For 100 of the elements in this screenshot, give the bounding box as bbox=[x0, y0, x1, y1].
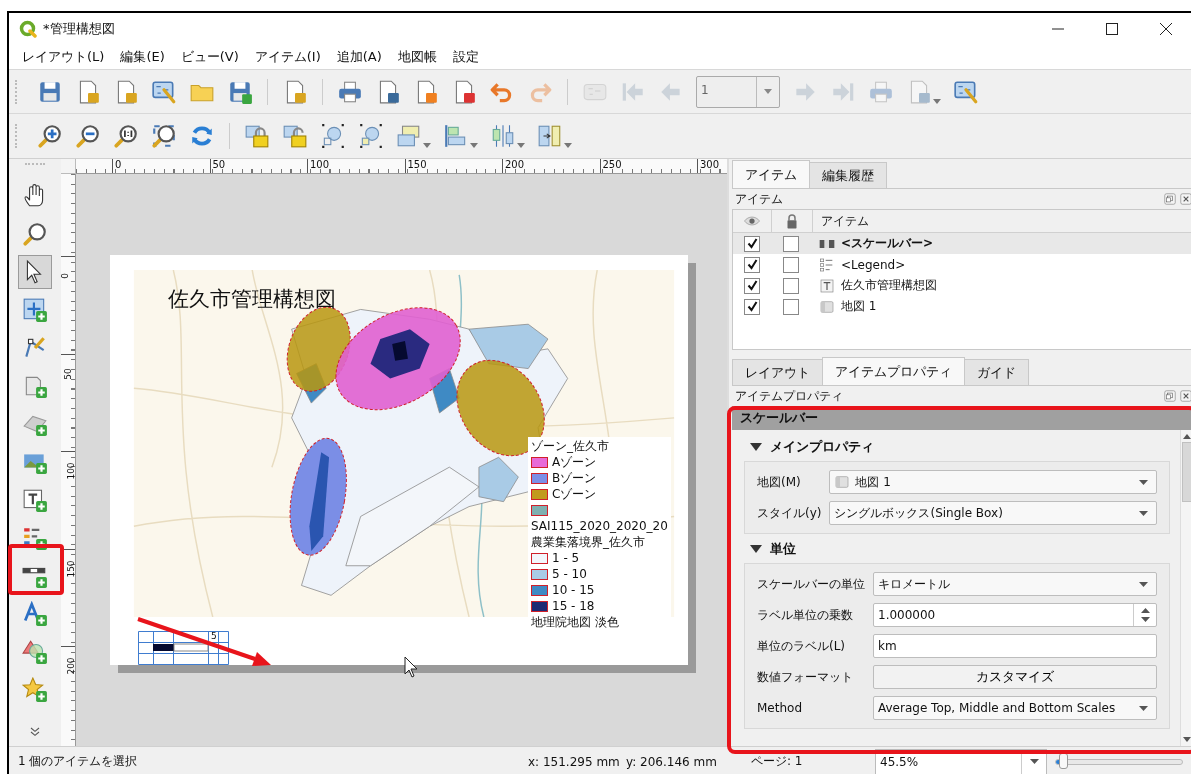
dropdown[interactable]: キロメートル bbox=[873, 572, 1157, 596]
lock-checkbox[interactable] bbox=[783, 256, 799, 273]
input-field[interactable]: km bbox=[873, 634, 1157, 658]
cursor-x-coordinate: x: 151.295 mm bbox=[528, 754, 621, 769]
customize-button[interactable]: カスタマイズ bbox=[873, 665, 1157, 689]
ruler-label: 100 bbox=[307, 159, 405, 173]
dropdown-arrow-icon[interactable] bbox=[1029, 759, 1039, 764]
checkmark-icon bbox=[746, 238, 758, 249]
checkmark-icon bbox=[746, 280, 758, 291]
zoom-out-icon[interactable] bbox=[75, 123, 101, 149]
scroll-up-icon[interactable] bbox=[1183, 434, 1191, 439]
item-row[interactable]: 地図 1 bbox=[733, 296, 1191, 317]
dropdown-arrow-icon[interactable] bbox=[1139, 479, 1148, 485]
add-arrow-icon[interactable] bbox=[22, 601, 48, 627]
float-panel-icon[interactable] bbox=[1163, 389, 1177, 403]
zoom-full-icon[interactable] bbox=[151, 123, 177, 149]
legend-label: Aゾーン bbox=[552, 455, 597, 470]
menu-item[interactable]: ビュー(V) bbox=[173, 46, 246, 68]
ruler-label: 50 bbox=[62, 367, 73, 380]
item-row[interactable]: <スケールバー> bbox=[733, 233, 1191, 254]
item-row[interactable]: <Legend> bbox=[733, 254, 1191, 275]
item-name: <Legend> bbox=[841, 257, 906, 272]
raise-items-icon[interactable] bbox=[396, 123, 422, 149]
menu-item[interactable]: 地図帳 bbox=[390, 46, 444, 68]
panel-tab[interactable]: 編集履歴 bbox=[809, 162, 887, 188]
panel-tab[interactable]: アイテム bbox=[732, 160, 810, 188]
move-content-icon[interactable] bbox=[22, 297, 48, 323]
zoom-slider-thumb[interactable] bbox=[1059, 752, 1069, 769]
caret-icon[interactable] bbox=[423, 143, 431, 148]
dropdown-arrow-icon[interactable] bbox=[1139, 705, 1148, 711]
maximize-icon[interactable] bbox=[1106, 23, 1118, 35]
legend-heading: 地理院地図 淡色 bbox=[531, 615, 620, 630]
spin-arrows-icon[interactable] bbox=[1140, 608, 1150, 622]
ungroup-icon[interactable] bbox=[358, 123, 384, 149]
legend-label: Bゾーン bbox=[552, 471, 597, 486]
close-icon[interactable] bbox=[1160, 23, 1172, 35]
visibility-checkbox[interactable] bbox=[744, 256, 760, 273]
scrollbar-thumb[interactable] bbox=[1181, 442, 1191, 502]
dropdown-arrow-icon[interactable] bbox=[1139, 581, 1148, 587]
caret-icon[interactable] bbox=[517, 143, 525, 148]
menu-item[interactable]: アイテム(I) bbox=[247, 46, 328, 68]
panel-tab[interactable]: ガイド bbox=[964, 359, 1029, 385]
map-item-icon bbox=[834, 474, 851, 490]
menu-item[interactable]: 設定 bbox=[445, 46, 486, 68]
scrollbar[interactable] bbox=[1180, 430, 1191, 746]
distribute-items-icon[interactable] bbox=[490, 123, 516, 149]
highlight-frame bbox=[8, 544, 64, 595]
close-icon[interactable] bbox=[1179, 389, 1191, 403]
menu-item[interactable]: 編集(E) bbox=[113, 46, 172, 68]
group-title: メインプロパティ bbox=[770, 438, 874, 456]
menu-item[interactable]: 追加(A) bbox=[329, 46, 389, 68]
app-logo-icon bbox=[19, 20, 37, 38]
zoom-tool-icon[interactable] bbox=[22, 221, 48, 247]
layout-canvas[interactable]: 佐久市管理構想図 ゾーン_佐久市 Aゾーン Bゾーン Cゾーン SAI115_2020_2020_20 農業集落境界_佐久市 1 - 5 5 - 10 10 - 15 15 - 18 地理院地図 淡色 5 bbox=[76, 174, 727, 746]
expand-triangle-icon[interactable] bbox=[750, 442, 762, 452]
expand-triangle-icon[interactable] bbox=[750, 544, 762, 554]
add-label-icon[interactable] bbox=[22, 487, 48, 513]
dropdown[interactable]: Average Top, Middle and Bottom Scales bbox=[873, 696, 1157, 720]
legend-item-icon bbox=[819, 256, 835, 273]
visibility-checkbox[interactable] bbox=[744, 298, 760, 315]
mouse-cursor-icon bbox=[404, 656, 418, 678]
panel-tab[interactable]: アイテムプロパティ bbox=[822, 357, 965, 385]
unlock-items-icon[interactable] bbox=[282, 123, 308, 149]
visibility-checkbox[interactable] bbox=[744, 235, 760, 252]
lock-checkbox[interactable] bbox=[783, 298, 799, 315]
float-panel-icon[interactable] bbox=[1163, 192, 1177, 206]
atlas-settings-icon[interactable] bbox=[953, 78, 979, 105]
lock-items-icon[interactable] bbox=[244, 123, 270, 149]
ruler-label: 150 bbox=[404, 159, 502, 173]
lock-checkbox[interactable] bbox=[783, 277, 799, 294]
add-marker-icon[interactable] bbox=[22, 677, 48, 703]
scroll-down-icon[interactable] bbox=[1183, 737, 1191, 742]
refresh-icon[interactable] bbox=[189, 123, 215, 149]
zoom-slider[interactable] bbox=[1055, 752, 1183, 771]
caret-icon[interactable] bbox=[564, 143, 572, 148]
group-icon[interactable] bbox=[320, 123, 346, 149]
ruler-label: 0 bbox=[61, 273, 70, 279]
dropdown-arrow-icon[interactable] bbox=[1139, 510, 1148, 516]
legend-heading: SAI115_2020_2020_20 bbox=[531, 519, 668, 534]
close-icon[interactable] bbox=[1179, 192, 1191, 206]
layout-manager-icon[interactable] bbox=[151, 78, 177, 105]
menu-item[interactable]: レイアウト(L) bbox=[15, 46, 112, 68]
cursor-y-coordinate: y: 206.146 mm bbox=[626, 754, 718, 769]
zoom-actual-size-icon[interactable] bbox=[113, 123, 139, 149]
scale-bar-label: 5 bbox=[211, 631, 217, 642]
caret-icon[interactable] bbox=[470, 143, 478, 148]
add-shape-icon[interactable] bbox=[22, 639, 48, 665]
add-legend-icon[interactable] bbox=[22, 525, 48, 551]
item-row[interactable]: 佐久市管理構想図 bbox=[733, 275, 1191, 296]
visibility-checkbox[interactable] bbox=[744, 277, 760, 294]
field-label: スタイル(y) bbox=[757, 504, 822, 522]
ruler-label: 0 bbox=[112, 159, 210, 173]
panel-tab[interactable]: レイアウト bbox=[732, 359, 823, 385]
dropdown[interactable]: シングルボックス(Single Box) bbox=[829, 501, 1157, 525]
spin-box[interactable]: 1.000000 bbox=[873, 603, 1157, 627]
lock-checkbox[interactable] bbox=[783, 235, 799, 252]
zoom-in-icon[interactable] bbox=[37, 123, 63, 149]
dropdown[interactable]: 地図 1 bbox=[829, 470, 1157, 494]
resize-items-icon[interactable] bbox=[537, 123, 563, 149]
legend-heading: ゾーン_佐久市 bbox=[531, 439, 610, 454]
